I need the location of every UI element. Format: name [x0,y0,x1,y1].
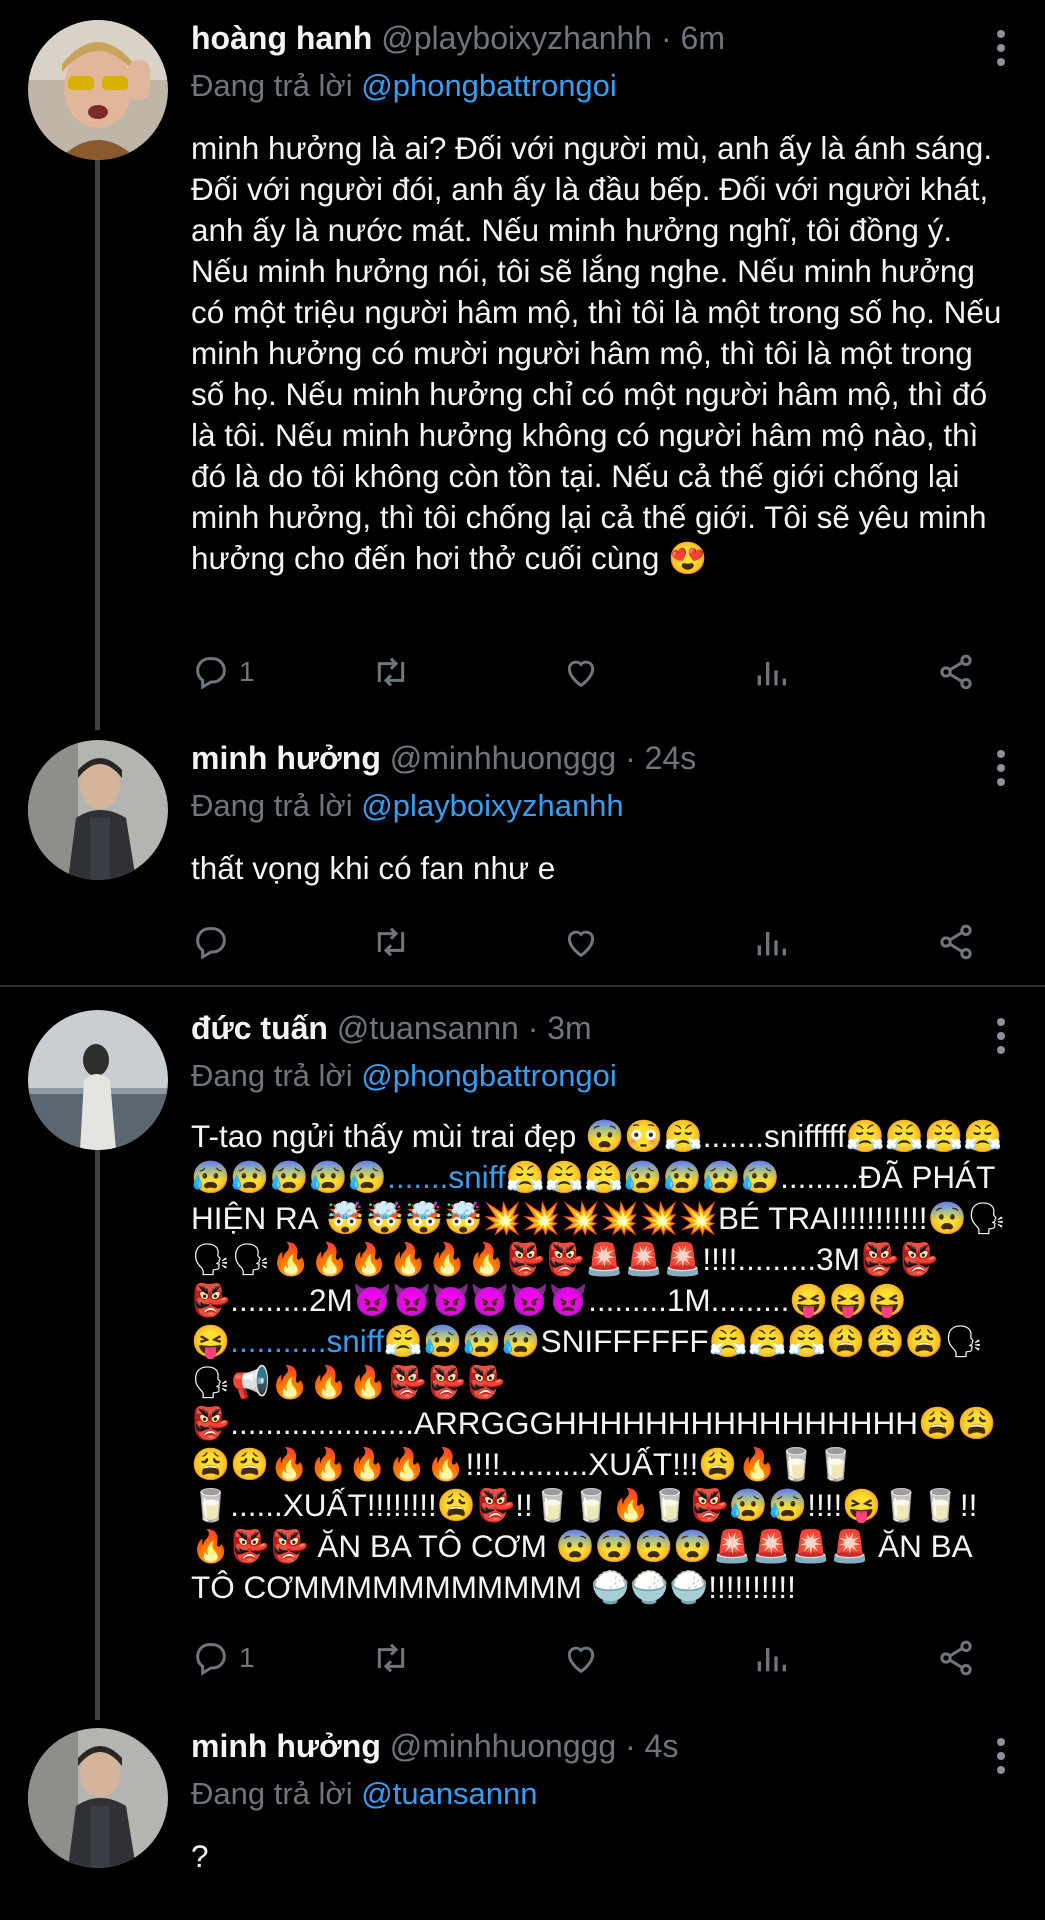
tweet-header: đức tuấn @tuansannn · 3m [191,1010,592,1047]
retweet-button[interactable] [371,650,411,694]
share-button[interactable] [936,1636,976,1680]
share-button[interactable] [936,920,976,964]
analytics-icon [757,932,786,956]
share-icon [940,654,972,690]
share-button[interactable] [936,650,976,694]
display-name[interactable]: hoàng hanh [191,20,372,56]
retweet-icon [377,927,405,957]
action-bar [191,920,991,964]
reply-icon [196,657,226,690]
tweet-header: hoàng hanh @playboixyzhanhh · 6m [191,20,725,57]
mention-link[interactable]: @tuansannn [361,1776,537,1811]
reply-count: 1 [239,1642,255,1673]
mention-link[interactable]: @phongbattrongoi [361,1058,617,1093]
avatar[interactable] [28,1010,168,1150]
replying-to-label: Đang trả lời [191,1776,353,1811]
replying-to-label: Đang trả lời [191,68,353,103]
divider [0,985,1045,987]
replying-to: Đang trả lời @phongbattrongoi [191,1058,617,1094]
heart-icon [567,930,595,958]
tweet[interactable]: minh hưởng @minhhuonggg · 24s Đang trả l… [0,720,1045,985]
replying-to-label: Đang trả lời [191,1058,353,1093]
mention-link[interactable]: @playboixyzhanhh [361,788,623,823]
more-dots-icon[interactable] [997,1018,1007,1060]
tweet-text-part: ...........sniff [230,1323,384,1359]
analytics-button[interactable] [751,920,791,964]
more-dots-icon[interactable] [997,30,1007,72]
reply-button[interactable]: 1 [191,1636,255,1680]
reply-icon [196,927,226,960]
replying-to-label: Đang trả lời [191,788,353,823]
avatar[interactable] [28,1728,168,1868]
tweet-text: T-tao ngửi thấy mùi trai đẹp 😨😳😤.......s… [191,1116,1011,1608]
tweet[interactable]: hoàng hanh @playboixyzhanhh · 6m Đang tr… [0,0,1045,720]
heart-icon [567,660,595,688]
username[interactable]: @tuansannn [337,1010,519,1046]
more-dots-icon[interactable] [997,750,1007,792]
timestamp[interactable]: · 24s [625,740,696,776]
reply-button[interactable]: 1 [191,650,255,694]
analytics-button[interactable] [751,650,791,694]
tweet-text: ? [191,1838,209,1874]
username[interactable]: @minhhuonggg [390,740,616,776]
timestamp[interactable]: · 4s [625,1728,678,1764]
timestamp[interactable]: · 6m [661,20,725,56]
username[interactable]: @minhhuonggg [390,1728,616,1764]
share-icon [940,1640,972,1676]
action-bar: 1 [191,650,991,694]
retweet-icon [377,1643,405,1673]
username[interactable]: @playboixyzhanhh [381,20,652,56]
retweet-icon [377,657,405,687]
avatar[interactable] [28,20,168,160]
tweet-header: minh hưởng @minhhuonggg · 4s [191,1728,678,1765]
display-name[interactable]: đức tuấn [191,1010,328,1046]
like-button[interactable] [561,1636,601,1680]
like-button[interactable] [561,650,601,694]
tweet[interactable]: minh hưởng @minhhuonggg · 4s Đang trả lờ… [0,1708,1045,1920]
retweet-button[interactable] [371,1636,411,1680]
more-dots-icon[interactable] [997,1738,1007,1780]
heart-icon [567,1646,595,1674]
replying-to: Đang trả lời @tuansannn [191,1776,538,1812]
like-button[interactable] [561,920,601,964]
display-name[interactable]: minh hưởng [191,1728,381,1764]
tweet[interactable]: đức tuấn @tuansannn · 3m Đang trả lời @p… [0,988,1045,1708]
display-name[interactable]: minh hưởng [191,740,381,776]
share-icon [940,924,972,960]
analytics-icon [757,662,786,686]
action-bar: 1 [191,1636,991,1680]
retweet-button[interactable] [371,920,411,964]
analytics-button[interactable] [751,1636,791,1680]
reply-icon [196,1643,226,1676]
tweet-text-part: 😤😰😰😰SNIFFFFFF😤😤😤😩😩😩🗣🗣📢🔥🔥🔥👺👺👺👺...........… [191,1323,997,1605]
reply-button[interactable] [191,920,239,964]
reply-count: 1 [239,656,255,687]
avatar[interactable] [28,740,168,880]
timestamp[interactable]: · 3m [528,1010,592,1046]
analytics-icon [757,1648,786,1672]
mention-link[interactable]: @phongbattrongoi [361,68,617,103]
tweet-text: thất vọng khi có fan như e [191,850,556,886]
replying-to: Đang trả lời @phongbattrongoi [191,68,617,104]
tweet-text: minh hưởng là ai? Đối với người mù, anh … [191,130,1002,576]
tweet-text-part: .......sniff [387,1159,506,1195]
replying-to: Đang trả lời @playboixyzhanhh [191,788,624,824]
tweet-header: minh hưởng @minhhuonggg · 24s [191,740,696,777]
